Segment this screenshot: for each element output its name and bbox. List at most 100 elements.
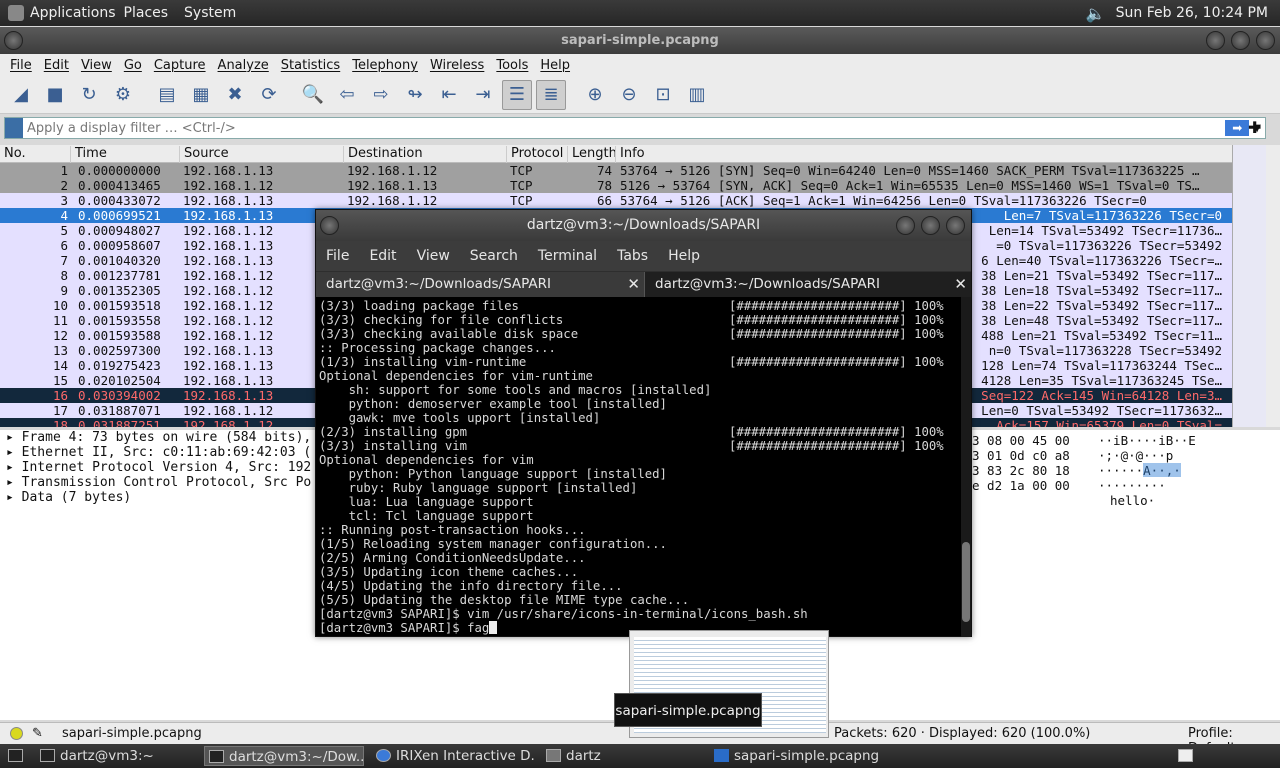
terminal-close-button[interactable] [946,216,965,235]
task-terminal-sapari[interactable]: dartz@vm3:~/Dow... [204,746,364,766]
term-menu-edit[interactable]: Edit [369,248,396,264]
term-menu-file[interactable]: File [326,248,349,264]
col-no[interactable]: No. [0,146,26,163]
close-button[interactable] [1256,31,1275,50]
normal-size-icon[interactable]: ⊡ [648,80,678,110]
packet-row[interactable]: 1 0.000000000 192.168.1.13 192.168.1.12 TCP 7… [0,163,1232,178]
terminal-titlebar: dartz@vm3:~/Downloads/SAPARI [316,210,971,241]
window-menu-button[interactable] [4,31,23,50]
bookmark-icon[interactable] [5,118,23,138]
terminal-scrollbar[interactable] [961,297,971,637]
scroll-thumb[interactable] [962,542,970,622]
col-protocol[interactable]: Protocol [506,146,563,163]
packet-minimap[interactable] [1232,145,1266,427]
terminal-window-menu-button[interactable] [320,216,339,235]
menu-edit[interactable]: Edit [38,58,75,73]
col-length[interactable]: Length [567,146,617,163]
menu-file[interactable]: File [4,58,38,73]
terminal-line: (1/5) Reloading system manager configura… [319,537,667,551]
packet-list-header: No. Time Source Destination Protocol Len… [0,145,1232,163]
maximize-button[interactable] [1231,31,1250,50]
packet-time: 0.031887071 [78,403,161,418]
packet-list-scrollbar[interactable] [1266,145,1280,427]
colorize-icon[interactable]: ≣ [536,79,566,110]
resize-columns-icon[interactable]: ▥ [682,80,712,110]
packet-time: 0.001593588 [78,328,161,343]
restart-capture-icon[interactable]: ↻ [74,80,104,110]
terminal-window[interactable]: dartz@vm3:~/Downloads/SAPARI File Edit V… [315,209,972,637]
terminal-tab-2[interactable]: dartz@vm3:~/Downloads/SAPARI ✕ [644,272,971,297]
applications-menu[interactable]: Applications [0,5,116,21]
open-file-icon[interactable]: ▤ [152,80,182,110]
reload-file-icon[interactable]: ⟳ [254,80,284,110]
save-file-icon[interactable]: ▦ [186,80,216,110]
show-desktop-icon[interactable] [6,746,26,766]
packet-src: 192.168.1.13 [183,163,274,178]
hex-line: 3 83 2c 80 18 [972,463,1070,478]
menu-analyze[interactable]: Analyze [212,58,275,73]
packet-no: 1 [60,163,68,178]
zoom-in-icon[interactable]: ⊕ [580,80,610,110]
packet-no: 9 [60,283,68,298]
term-menu-view[interactable]: View [417,248,450,264]
col-source[interactable]: Source [179,146,229,163]
terminal-line: ruby: Ruby language support [installed] [319,481,638,495]
packet-time: 0.019275423 [78,358,161,373]
clock[interactable]: Sun Feb 26, 10:24 PM [1116,5,1268,21]
terminal-maximize-button[interactable] [921,216,940,235]
term-menu-search[interactable]: Search [470,248,518,264]
packet-src: 192.168.1.13 [183,238,274,253]
terminal-tab-bar: dartz@vm3:~/Downloads/SAPARI ✕ dartz@vm3:… [316,271,971,297]
menu-statistics[interactable]: Statistics [275,58,346,73]
packet-src: 192.168.1.13 [183,388,274,403]
edit-comment-icon[interactable]: ✎ [32,726,43,741]
go-back-icon[interactable]: ⇦ [332,80,362,110]
menu-view[interactable]: View [75,58,118,73]
stop-capture-icon[interactable]: ■ [40,80,70,110]
start-capture-icon[interactable]: ◢ [6,80,36,110]
add-filter-button-icon[interactable]: ✚ [1248,118,1261,137]
close-tab-icon[interactable]: ✕ [954,272,967,297]
go-forward-icon[interactable]: ⇨ [366,80,396,110]
places-menu[interactable]: Places [116,5,177,21]
term-menu-help[interactable]: Help [668,248,700,264]
close-tab-icon[interactable]: ✕ [627,272,640,297]
term-menu-tabs[interactable]: Tabs [617,248,648,264]
expert-info-icon[interactable] [10,727,23,740]
packet-time: 0.000948027 [78,223,161,238]
terminal-output[interactable]: (3/3) loading package files [############… [316,297,961,637]
packet-time: 0.001040320 [78,253,161,268]
autoscroll-icon[interactable]: ☰ [502,79,532,110]
menu-go[interactable]: Go [118,58,148,73]
workspace-switcher-icon[interactable] [1176,746,1196,766]
col-info[interactable]: Info [615,146,645,163]
menu-capture[interactable]: Capture [148,58,212,73]
apply-filter-icon[interactable]: ➡ [1225,120,1250,136]
col-destination[interactable]: Destination [343,146,423,163]
zoom-out-icon[interactable]: ⊖ [614,80,644,110]
last-packet-icon[interactable]: ⇥ [468,80,498,110]
task-file-manager[interactable]: dartz [542,746,702,766]
task-browser[interactable]: IRIXen Interactive D... [372,746,534,766]
menu-tools[interactable]: Tools [490,58,534,73]
task-wireshark[interactable]: sapari-simple.pcapng [710,746,880,766]
task-terminal-home[interactable]: dartz@vm3:~ [36,746,196,766]
term-menu-terminal[interactable]: Terminal [538,248,597,264]
menu-wireless[interactable]: Wireless [424,58,490,73]
capture-options-icon[interactable]: ⚙ [108,80,138,110]
packet-row[interactable]: 2 0.000413465 192.168.1.12 192.168.1.13 TCP 7… [0,178,1232,193]
go-to-packet-icon[interactable]: ↬ [400,80,430,110]
system-menu[interactable]: System [176,5,244,21]
minimize-button[interactable] [1206,31,1225,50]
menu-help[interactable]: Help [534,58,576,73]
menu-telephony[interactable]: Telephony [346,58,424,73]
col-time[interactable]: Time [70,146,107,163]
terminal-tab-1[interactable]: dartz@vm3:~/Downloads/SAPARI ✕ [316,272,644,297]
terminal-minimize-button[interactable] [896,216,915,235]
close-file-icon[interactable]: ✖ [220,80,250,110]
display-filter-input[interactable]: Apply a display filter … <Ctrl-/> ➡ ▼ [4,117,1266,139]
first-packet-icon[interactable]: ⇤ [434,80,464,110]
find-packet-icon[interactable]: 🔍 [298,80,328,110]
packet-row[interactable]: 3 0.000433072 192.168.1.13 192.168.1.12 TCP 6… [0,193,1232,208]
volume-icon[interactable]: 🔈 [1086,4,1106,23]
